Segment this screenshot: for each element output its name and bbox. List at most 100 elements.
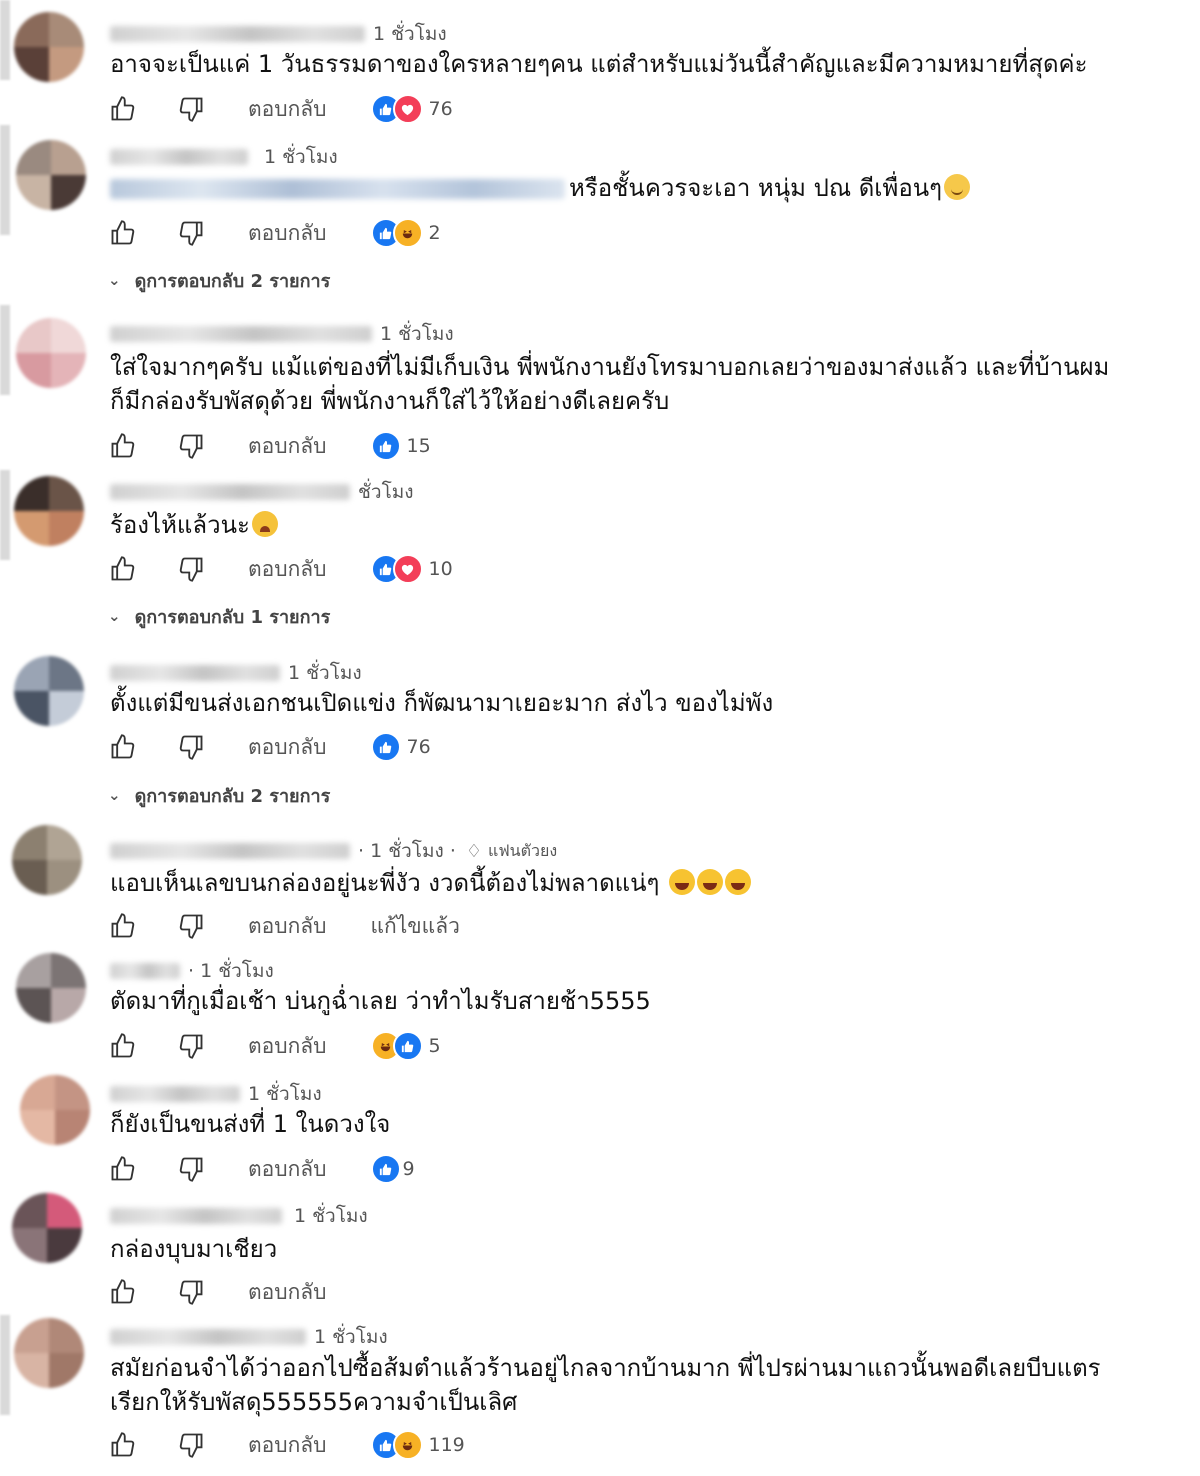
reply-button[interactable]: ตอบกลับ [248, 1276, 327, 1309]
thumbs-down-icon [179, 1280, 203, 1305]
reply-button[interactable]: ตอบกลับ [248, 93, 327, 126]
reply-button[interactable]: ตอบกลับ [248, 430, 327, 463]
haha-reaction-icon [392, 1430, 423, 1460]
avatar[interactable] [16, 953, 86, 1023]
timestamp[interactable]: 1 ชั่วโมง [248, 1079, 322, 1109]
timestamp[interactable]: · 1 ชั่วโมง · [358, 836, 456, 866]
thumbs-down-icon [179, 434, 203, 459]
like-button[interactable] [106, 1275, 140, 1309]
like-button[interactable] [106, 1029, 140, 1063]
reply-button[interactable]: ตอบกลับ [248, 910, 327, 943]
thread-line [0, 305, 10, 395]
timestamp[interactable]: 1 ชั่วโมง [294, 1201, 368, 1231]
author-name[interactable] [110, 1329, 306, 1345]
reaction-count: 76 [406, 736, 431, 758]
timestamp[interactable]: 1 ชั่วโมง [373, 19, 447, 49]
thumbs-up-icon [111, 220, 135, 245]
like-button[interactable] [106, 730, 140, 764]
redacted-mention[interactable] [110, 179, 565, 199]
dislike-button[interactable] [174, 1152, 208, 1186]
dislike-button[interactable] [174, 1029, 208, 1063]
reply-button[interactable]: ตอบกลับ [248, 731, 327, 764]
like-button[interactable] [106, 909, 140, 943]
comment-text-line-2: ก็มีกล่องรับพัสดุด้วย พี่พนักงานก็ใส่ไว้… [110, 387, 670, 415]
reply-button[interactable]: ตอบกลับ [248, 217, 327, 250]
avatar[interactable] [16, 140, 86, 210]
view-replies-button[interactable]: ⌄ ดูการตอบกลับ 1 รายการ [108, 602, 330, 630]
thumbs-up-icon [111, 96, 135, 121]
avatar[interactable] [14, 1318, 84, 1388]
reaction-summary[interactable]: 9 [370, 1154, 415, 1184]
reaction-summary[interactable]: 76 [370, 732, 431, 762]
dislike-button[interactable] [174, 92, 208, 126]
cry-emoji [251, 511, 278, 537]
like-button[interactable] [106, 1152, 140, 1186]
thumbs-up-icon [111, 433, 135, 458]
like-button[interactable] [106, 1428, 140, 1462]
dislike-button[interactable] [174, 552, 208, 586]
author-name[interactable] [110, 843, 350, 859]
author-name[interactable] [110, 665, 280, 681]
comment-meta: 1 ชั่วโมง [110, 143, 338, 171]
like-button[interactable] [106, 429, 140, 463]
timestamp[interactable]: 1 ชั่วโมง [288, 658, 362, 688]
avatar[interactable] [12, 1193, 82, 1263]
view-replies-button[interactable]: ⌄ ดูการตอบกลับ 2 รายการ [108, 266, 330, 294]
avatar[interactable] [16, 318, 86, 388]
thumbs-up-icon [111, 1279, 135, 1304]
reaction-summary[interactable]: 5 [370, 1031, 441, 1061]
dislike-button[interactable] [174, 1428, 208, 1462]
reply-button[interactable]: ตอบกลับ [248, 1030, 327, 1063]
author-name[interactable] [110, 149, 248, 165]
reply-button[interactable]: ตอบกลับ [248, 553, 327, 586]
dislike-button[interactable] [174, 429, 208, 463]
reaction-summary[interactable]: 119 [370, 1430, 465, 1460]
avatar[interactable] [14, 656, 84, 726]
thumbs-down-icon [179, 221, 203, 246]
dislike-button[interactable] [174, 730, 208, 764]
comment-meta: 1 ชั่วโมง [110, 1202, 368, 1230]
like-button[interactable] [106, 216, 140, 250]
edited-label[interactable]: แก้ไขแล้ว [371, 910, 460, 943]
like-button[interactable] [106, 92, 140, 126]
timestamp[interactable]: ชั่วโมง [358, 477, 414, 507]
timestamp[interactable]: 1 ชั่วโมง [380, 319, 454, 349]
view-replies-button[interactable]: ⌄ ดูการตอบกลับ 2 รายการ [108, 781, 330, 809]
timestamp[interactable]: 1 ชั่วโมง [314, 1322, 388, 1352]
reaction-summary[interactable]: 10 [370, 554, 453, 584]
dislike-button[interactable] [174, 909, 208, 943]
avatar[interactable] [12, 825, 82, 895]
comment-meta: ชั่วโมง [110, 478, 414, 506]
author-name[interactable] [110, 484, 350, 500]
avatar[interactable] [14, 476, 84, 546]
author-name[interactable] [110, 963, 180, 979]
reply-button[interactable]: ตอบกลับ [248, 1429, 327, 1462]
comment-meta: 1 ชั่วโมง [110, 1080, 322, 1108]
like-button[interactable] [106, 552, 140, 586]
author-name[interactable] [110, 1086, 240, 1102]
reaction-summary[interactable]: 15 [370, 431, 431, 461]
reaction-summary[interactable]: 2 [370, 218, 441, 248]
author-name[interactable] [110, 26, 365, 42]
timestamp[interactable]: · 1 ชั่วโมง [188, 956, 274, 986]
thumbs-up-icon [111, 1432, 135, 1457]
thumbs-up-icon [111, 1033, 135, 1058]
thumbs-down-icon [179, 735, 203, 760]
timestamp[interactable]: 1 ชั่วโมง [264, 142, 338, 172]
thumbs-down-icon [179, 1157, 203, 1182]
dislike-button[interactable] [174, 1275, 208, 1309]
laugh-emoji [725, 869, 752, 895]
thumbs-up-icon [111, 734, 135, 759]
reply-button[interactable]: ตอบกลับ [248, 1153, 327, 1186]
thumbs-down-icon [179, 1034, 203, 1059]
reaction-summary[interactable]: 76 [370, 94, 453, 124]
dislike-button[interactable] [174, 216, 208, 250]
author-name[interactable] [110, 326, 372, 342]
comment-text: ร้องไห้แล้วนะ [110, 508, 278, 542]
avatar[interactable] [20, 1075, 90, 1145]
avatar[interactable] [14, 12, 84, 82]
thumbs-up-icon [111, 1156, 135, 1181]
comment-text: กล่องบุบมาเชียว [110, 1235, 278, 1263]
reaction-count: 9 [402, 1158, 415, 1180]
author-name[interactable] [110, 1208, 282, 1224]
